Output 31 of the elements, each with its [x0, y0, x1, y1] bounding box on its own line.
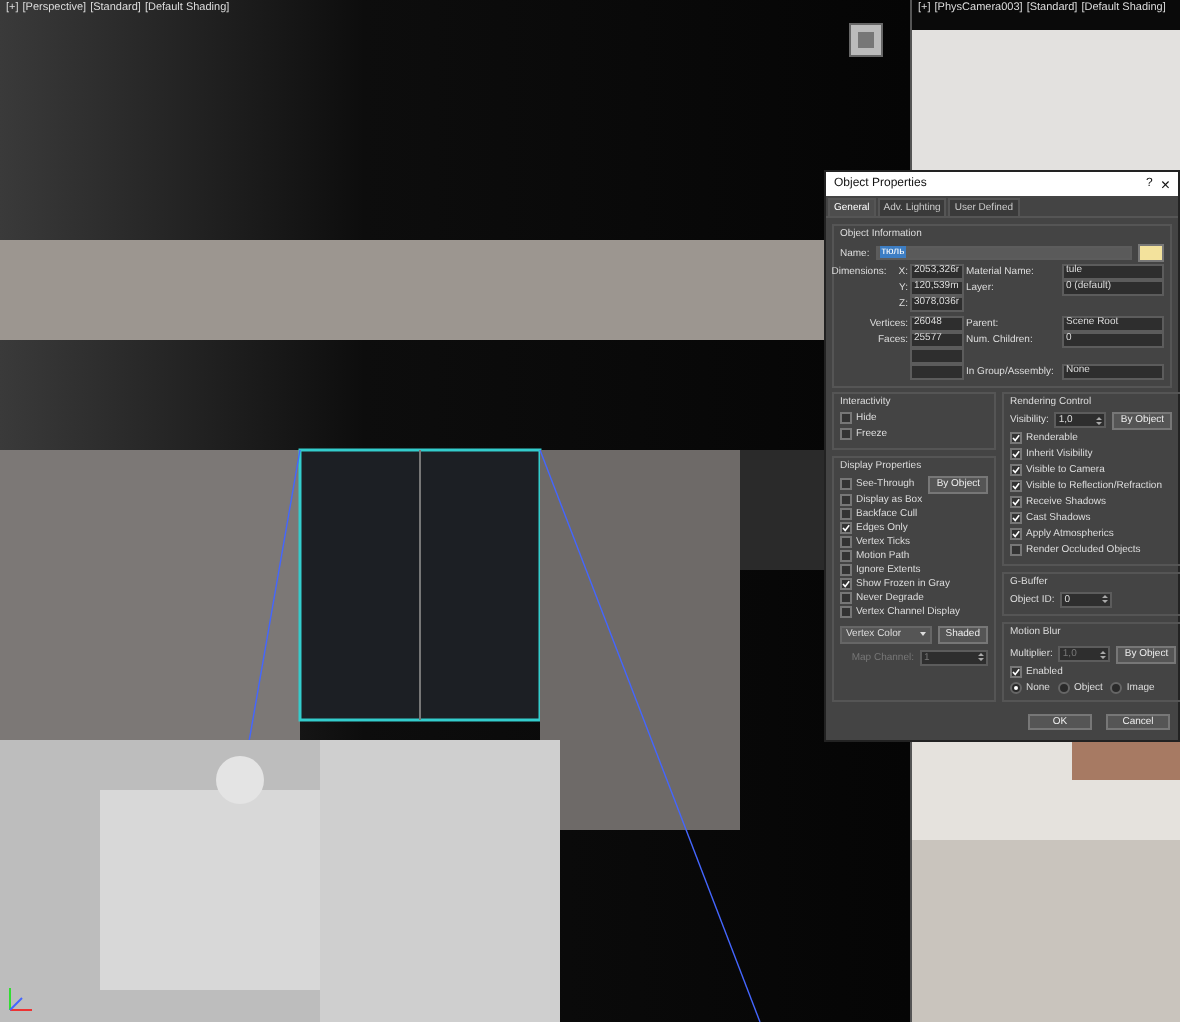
checkbox[interactable] [840, 508, 852, 520]
checkbox[interactable] [1010, 432, 1022, 444]
checkbox[interactable] [1010, 512, 1022, 524]
spinner-arrows-icon[interactable] [1102, 594, 1109, 604]
checkbox[interactable] [840, 550, 852, 562]
checkbox[interactable] [1010, 448, 1022, 460]
checkbox[interactable] [1010, 528, 1022, 540]
checkbox[interactable] [840, 522, 852, 534]
radio-button[interactable] [1010, 681, 1022, 693]
checkbox[interactable] [840, 412, 852, 424]
axis-gizmo-icon [9, 987, 33, 1011]
checkbox[interactable] [840, 564, 852, 576]
radio-button[interactable] [1057, 681, 1070, 693]
checkbox[interactable] [840, 494, 852, 506]
checkbox[interactable] [840, 536, 852, 548]
checkbox[interactable] [1010, 496, 1022, 508]
checkbox[interactable] [1010, 544, 1022, 556]
viewcube-icon[interactable] [849, 23, 883, 57]
caret-icon [919, 632, 926, 636]
checkbox[interactable] [840, 578, 852, 590]
checkbox[interactable] [1010, 480, 1022, 492]
checkbox[interactable] [840, 606, 852, 618]
close-button[interactable]: × [1160, 175, 1170, 193]
color-swatch[interactable] [1138, 244, 1164, 262]
spinner-arrows-icon[interactable] [1096, 415, 1103, 425]
checkbox[interactable] [1010, 464, 1022, 476]
checkbox[interactable] [840, 592, 852, 604]
checkbox[interactable] [840, 478, 852, 490]
checkbox[interactable] [840, 428, 852, 440]
checkbox[interactable] [1010, 666, 1022, 678]
radio-button[interactable] [1110, 681, 1123, 693]
